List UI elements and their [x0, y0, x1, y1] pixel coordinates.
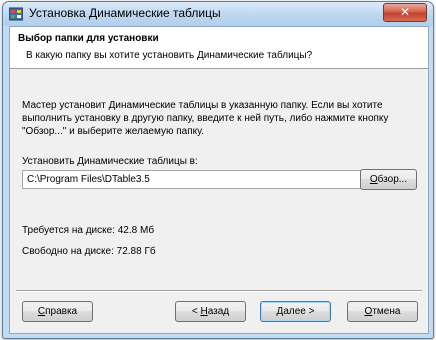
required-space-value: 42.8 Мб: [117, 225, 155, 236]
window-title: Установка Динамические таблицы: [29, 6, 221, 20]
free-space-value: 72.88 Гб: [116, 246, 156, 257]
page-title: Выбор папки для установки: [18, 33, 159, 44]
browse-button[interactable]: Обзор...: [360, 169, 417, 190]
cancel-button[interactable]: Отмена: [347, 301, 418, 322]
next-button-label: алее >: [283, 306, 315, 317]
install-path-input[interactable]: [22, 170, 362, 189]
installer-app-icon: [9, 7, 23, 21]
free-space: Свободно на диске: 72.88 Гб: [22, 246, 156, 257]
back-button-accel: Н: [200, 306, 208, 317]
footer-divider: [16, 290, 422, 292]
install-folder-label: Установить Динамические таблицы в:: [22, 156, 198, 167]
required-space: Требуется на диске: 42.8 Мб: [22, 225, 154, 236]
required-space-label: Требуется на диске:: [22, 225, 115, 236]
back-button[interactable]: < Назад: [175, 301, 246, 322]
title-bar[interactable]: Установка Динамические таблицы ✕: [3, 2, 433, 26]
cancel-button-label: тмена: [372, 306, 401, 317]
wizard-header: Выбор папки для установки В какую папку …: [10, 27, 428, 69]
free-space-label: Свободно на диске:: [22, 246, 114, 257]
close-icon[interactable]: ✕: [383, 3, 427, 22]
help-button-label: правка: [45, 306, 78, 317]
installer-window: Установка Динамические таблицы ✕ Выбор п…: [2, 1, 434, 339]
browse-button-label: бзор...: [377, 174, 408, 185]
dialog-client-area: Выбор папки для установки В какую папку …: [9, 26, 429, 334]
help-button[interactable]: Справка: [22, 301, 93, 322]
browse-button-accel: О: [369, 174, 378, 185]
next-button[interactable]: Далее >: [260, 301, 331, 322]
back-button-label: азад: [207, 306, 230, 317]
instructions-text: Мастер установит Динамические таблицы в …: [22, 100, 389, 137]
page-subtitle: В какую папку вы хотите установить Динам…: [26, 50, 313, 61]
